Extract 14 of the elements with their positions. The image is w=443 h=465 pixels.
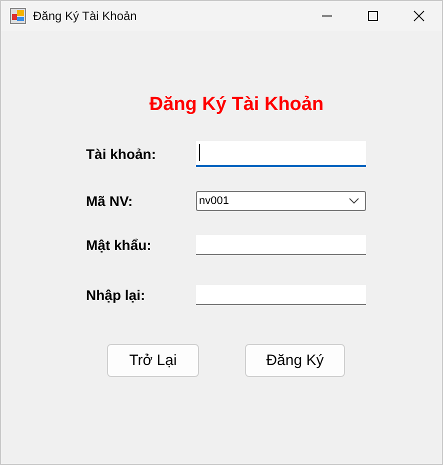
dropdown[interactable]: nv001 bbox=[196, 191, 366, 211]
window-title: Đăng Ký Tài Khoản bbox=[33, 9, 138, 23]
input-field[interactable] bbox=[196, 235, 366, 255]
field-label: Nhập lại: bbox=[86, 287, 146, 303]
action-button[interactable]: Đăng Ký bbox=[245, 344, 345, 377]
app-icon bbox=[10, 8, 26, 24]
action-button[interactable]: Trở Lại bbox=[107, 344, 199, 377]
chevron-down-icon bbox=[349, 198, 359, 204]
form-heading: Đăng Ký Tài Khoản bbox=[148, 94, 325, 116]
input-field[interactable] bbox=[196, 285, 366, 305]
field-label: Mã NV: bbox=[86, 193, 134, 209]
field-label: Mật khẩu: bbox=[86, 237, 152, 253]
field-label: Tài khoản: bbox=[86, 146, 158, 162]
input-field[interactable] bbox=[196, 141, 366, 167]
